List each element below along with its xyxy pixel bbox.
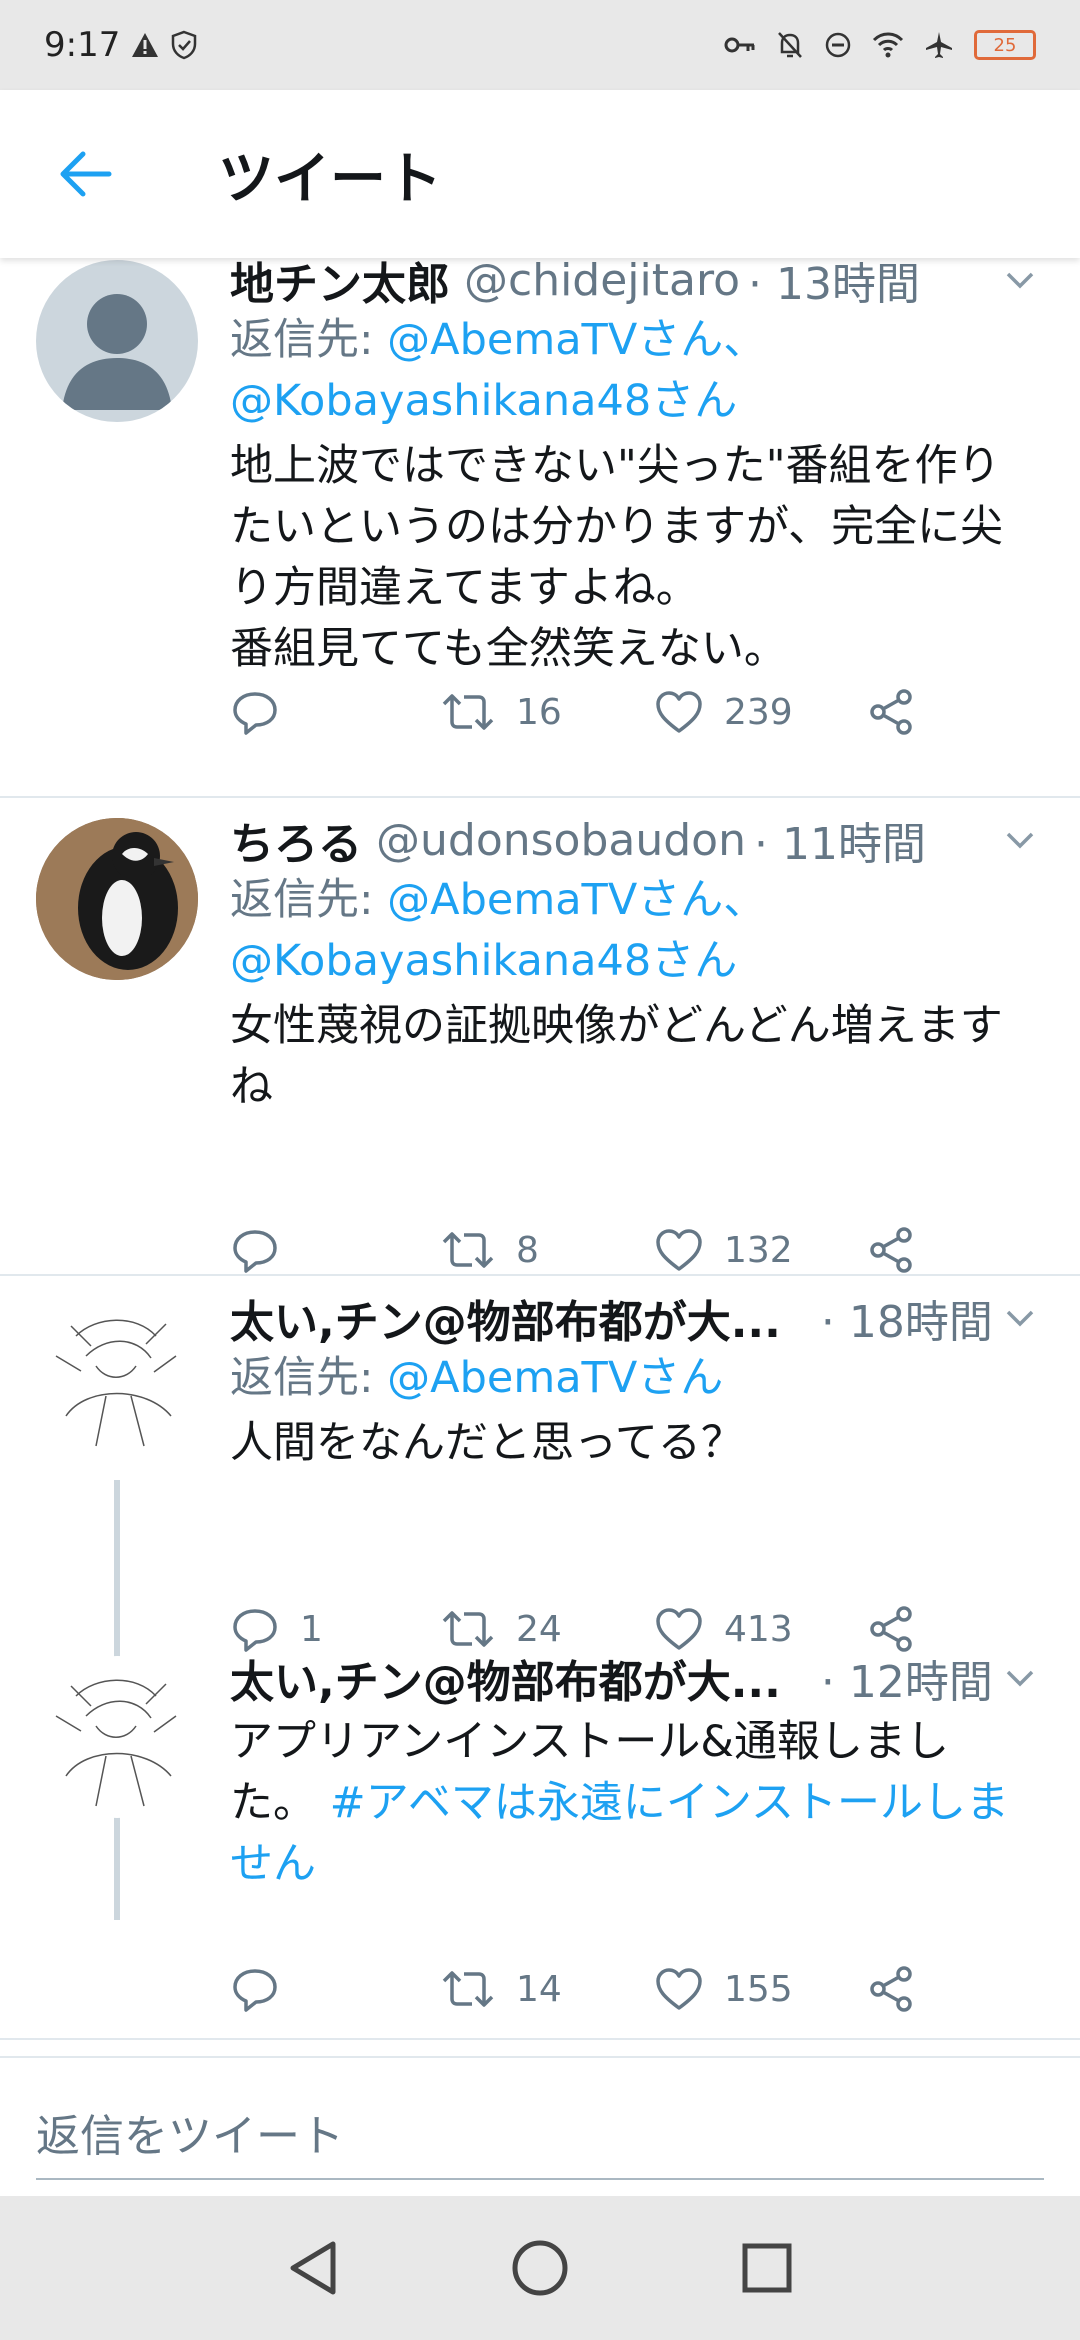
tweet-text: 女性蔑視の証拠映像がどんどん増えます ね [230,1001,1003,1112]
retweet-button[interactable]: 24 [440,1607,562,1651]
chevron-down-icon[interactable] [1000,820,1040,860]
vpn-key-icon [724,37,755,53]
retweet-button[interactable]: 8 [440,1228,539,1272]
divider [0,2038,1080,2040]
reply-icon [233,692,277,735]
system-nav-bar [0,2196,1080,2340]
tweet-actions: 14 155 [230,1954,930,2024]
mute-bell-icon [778,32,802,58]
chevron-down-icon[interactable] [1000,1658,1040,1698]
input-underline [36,2178,1044,2180]
reply-to: 返信先: @AbemaTVさん、 @Kobayashikana48さん [230,315,767,426]
tweet-actions: 16 239 [230,677,930,747]
user-handle[interactable]: @chidejitaro [464,258,740,306]
tweet-header: 太い,チン@物部布都が大... · 18時間 [230,1288,1040,1348]
reply-button[interactable] [230,1965,300,2013]
heart-icon [656,1968,702,2010]
hashtag-link[interactable]: #アベマは永遠にインストールしま [330,1778,1009,1828]
arrow-left-icon [60,151,112,197]
reply-icon [233,1969,277,2012]
share-icon [870,1227,912,1273]
triangle-back-icon [290,2241,336,2295]
tweet-text: アプリアンインストール&通報しまし た。 #アベマは永遠にインストールしま せん [230,1717,1009,1889]
battery-indicator: 25 [974,30,1036,60]
retweet-icon [442,694,494,730]
mention-link[interactable]: @AbemaTVさん [387,1353,723,1403]
do-not-disturb-icon [825,32,851,58]
like-button[interactable]: 239 [654,689,793,735]
heart-icon [656,691,702,733]
display-name[interactable]: 地チン太郎 [230,258,450,312]
nav-home-button[interactable] [500,2228,580,2308]
sketch-avatar-icon [55,1679,177,1807]
reply-button[interactable] [230,1226,300,1274]
status-time: 9:17 [44,25,121,65]
like-button[interactable]: 132 [654,1227,793,1273]
airplane-icon [926,32,952,58]
reply-to: 返信先: @AbemaTVさん [230,1353,724,1403]
default-avatar-icon [62,294,172,410]
display-name[interactable]: ちろる [230,808,362,872]
retweet-icon [442,1971,494,2007]
page-title: ツイート [218,146,442,212]
penguin-avatar-icon [36,818,198,980]
retweet-icon [442,1611,494,1647]
divider [0,796,1080,798]
tweet-time: · 13時間 [748,259,920,310]
chevron-down-icon[interactable] [1000,1298,1040,1338]
retweet-button[interactable]: 16 [440,690,562,734]
mention-link[interactable]: @Kobayashikana48さん [230,936,737,986]
user-handle[interactable]: @udonsobaudon [376,815,746,866]
avatar[interactable] [36,260,198,422]
tweet-header: 太い,チン@物部布都が大... · 12時間 [230,1648,1040,1708]
avatar[interactable] [36,1656,198,1818]
back-button[interactable] [40,129,130,219]
reply-button[interactable] [230,688,300,736]
like-button[interactable]: 155 [654,1966,793,2012]
mention-link[interactable]: @Kobayashikana48さん [230,376,737,426]
circle-home-icon [512,2240,568,2296]
warning-icon [132,33,159,57]
shield-icon [172,30,197,60]
share-button[interactable] [866,1964,916,2014]
app-bar: ツイート [0,90,1080,258]
display-name[interactable]: 太い,チン@物部布都が大... [230,1646,781,1710]
mention-link[interactable]: @AbemaTVさん、 [387,315,766,365]
nav-recents-button[interactable] [727,2228,807,2308]
tweet-time: · 18時間 [820,1297,993,1348]
hashtag-link[interactable]: せん [230,1839,316,1889]
reply-icon [233,1230,277,1273]
reply-input[interactable]: 返信をツイート [36,2100,344,2164]
tweet-time: · 11時間 [753,819,926,870]
wifi-icon [872,32,904,58]
share-button[interactable] [866,1225,916,1275]
square-recents-icon [742,2243,792,2293]
tweet-time: · 12時間 [820,1657,993,1708]
tweet-text: 地上波ではできない"尖った"番組を作り たいというのは分かりますが、完全に尖 り… [230,441,1004,674]
tweet-header: ちろる @udonsobaudon · 11時間 [230,810,1040,870]
avatar[interactable] [36,818,198,980]
nav-back-button[interactable] [273,2228,353,2308]
retweet-button[interactable]: 14 [440,1967,562,2011]
tweet-text: 人間をなんだと思ってる？ [230,1418,744,1468]
status-bar: 9:17 25 [0,0,1080,90]
mention-link[interactable]: @AbemaTVさん、 [387,875,766,925]
reply-to: 返信先: @AbemaTVさん、 @Kobayashikana48さん [230,875,767,986]
heart-icon [656,1229,702,1271]
share-button[interactable] [866,687,916,737]
divider [0,1274,1080,1276]
tweet-header: 地チン太郎 @chidejitaro · 13時間 [230,258,1040,310]
sketch-avatar-icon [55,1319,177,1447]
share-icon [870,689,912,735]
display-name[interactable]: 太い,チン@物部布都が大... [230,1286,781,1350]
reply-feed[interactable]: 地チン太郎 @chidejitaro · 13時間 返信先: @AbemaTVさ… [0,258,1080,2050]
reply-composer[interactable]: 返信をツイート [0,2056,1080,2196]
share-icon [870,1966,912,2012]
chevron-down-icon[interactable] [1000,260,1040,300]
avatar[interactable] [36,1296,198,1458]
retweet-icon [442,1232,494,1268]
